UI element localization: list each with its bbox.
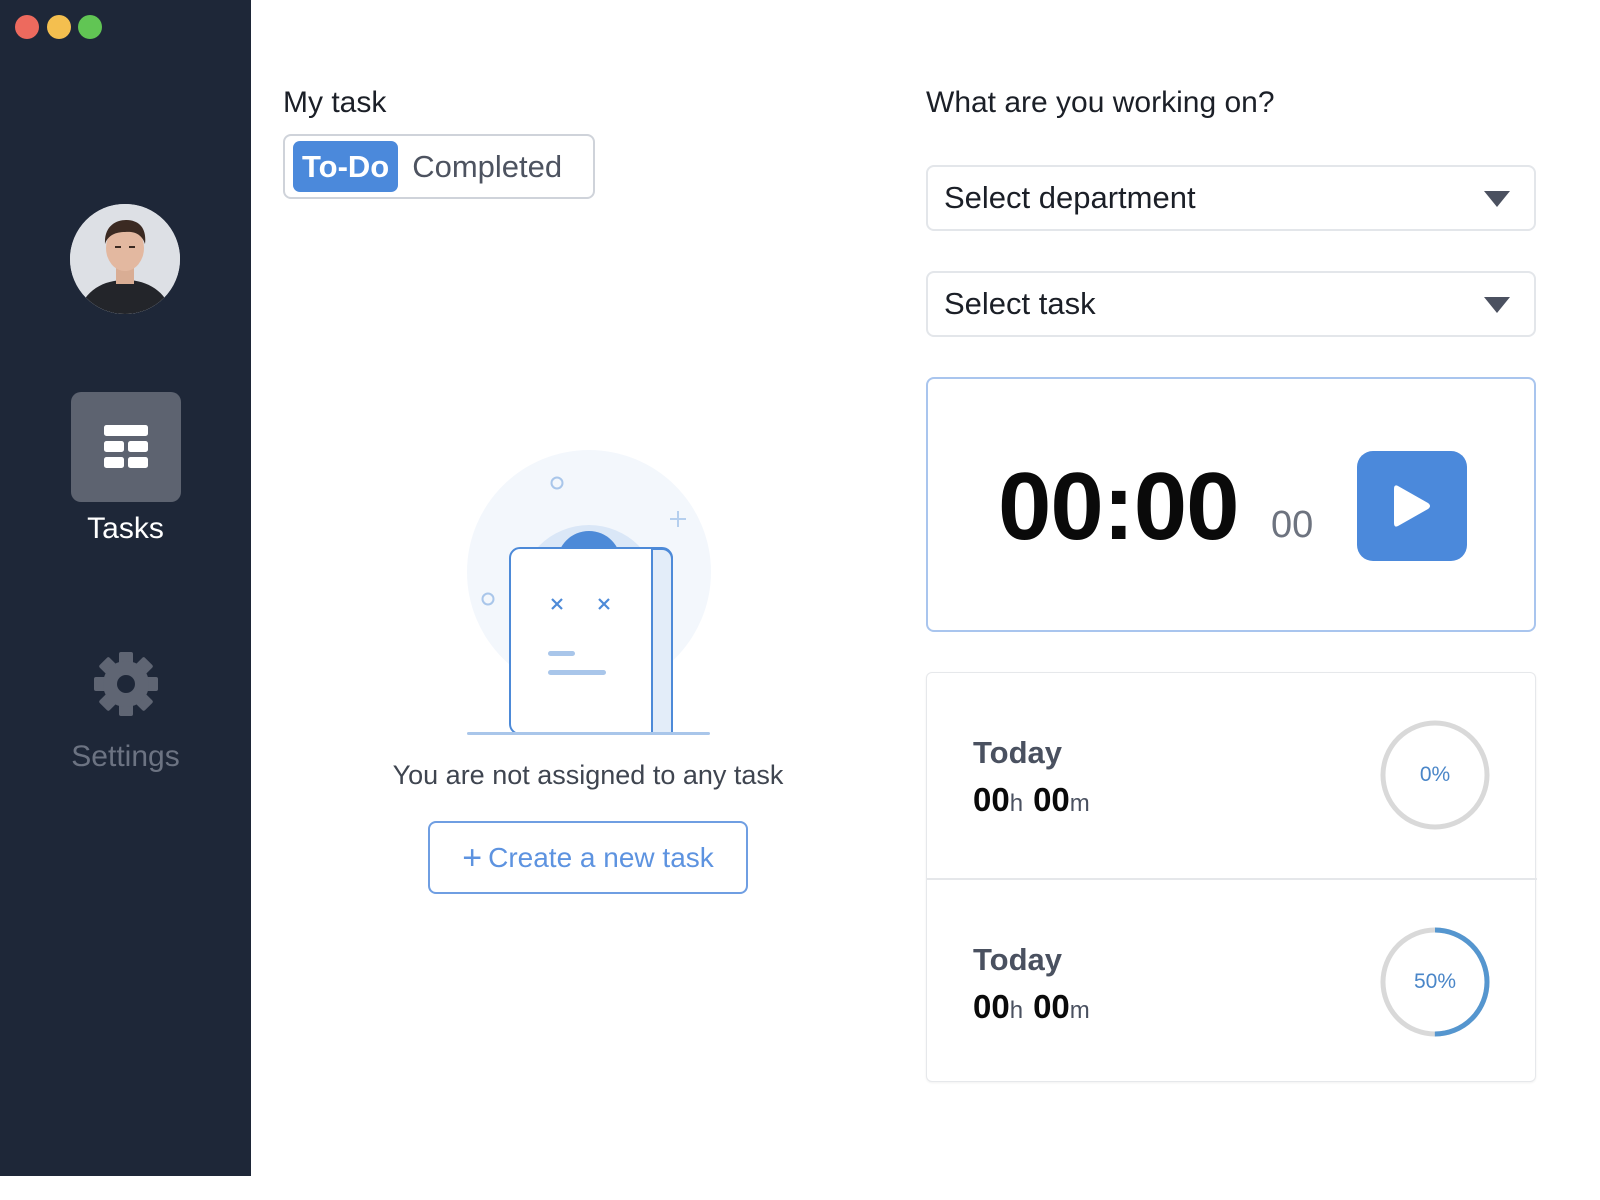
plus-icon: + — [462, 838, 483, 877]
sidebar-item-label: Tasks — [87, 512, 164, 545]
task-filter-segmented-control: To-Do Completed — [283, 134, 595, 199]
close-window-button[interactable] — [15, 15, 39, 39]
nav-tile-settings — [71, 648, 181, 720]
progress-percent: 0% — [1419, 763, 1451, 786]
working-on-title: What are you working on? — [926, 86, 1275, 119]
tab-todo[interactable]: To-Do — [293, 141, 399, 192]
stat-minutes: 00 — [1033, 988, 1070, 1025]
stat-label: Today — [973, 735, 1062, 770]
task-select-value: Select task — [944, 286, 1096, 321]
stat-time: 00h 00m — [973, 988, 1100, 1026]
stat-minutes-unit: m — [1069, 997, 1090, 1024]
department-select[interactable]: Select department — [926, 165, 1536, 231]
stat-row: Today 00h 00m 0% — [927, 673, 1537, 878]
stat-label: Today — [973, 942, 1062, 977]
my-task-title: My task — [283, 86, 387, 119]
sidebar-item-label: Settings — [71, 740, 180, 773]
minimize-window-button[interactable] — [47, 15, 71, 39]
empty-state-illustration — [467, 450, 711, 735]
gear-icon — [93, 652, 158, 716]
stat-time: 00h 00m — [973, 781, 1100, 819]
stat-hours-unit: h — [1009, 997, 1024, 1024]
stats-card: Today 00h 00m 0% Today 00h 00m 50% — [926, 672, 1537, 1083]
create-task-label: Create a new task — [488, 841, 714, 873]
nav-tile-tasks — [70, 392, 181, 502]
stat-hours-unit: h — [1009, 790, 1024, 817]
task-select[interactable]: Select task — [926, 271, 1536, 337]
tab-completed[interactable]: Completed — [412, 141, 562, 192]
stat-hours: 00 — [973, 988, 1010, 1025]
sidebar-item-settings[interactable]: Settings — [0, 648, 251, 774]
timer-card: 00:00 00 — [926, 377, 1536, 632]
sidebar-item-tasks[interactable]: Tasks — [0, 392, 251, 546]
caret-down-icon — [1484, 297, 1510, 313]
timer-seconds: 00 — [1271, 504, 1314, 546]
timer-display: 00:00 — [998, 453, 1240, 560]
stat-minutes-unit: m — [1069, 790, 1090, 817]
zoom-window-button[interactable] — [78, 15, 102, 39]
stat-minutes: 00 — [1033, 781, 1070, 818]
stat-row: Today 00h 00m 50% — [927, 878, 1537, 1083]
avatar[interactable] — [70, 204, 180, 314]
stat-hours: 00 — [973, 781, 1010, 818]
create-task-button[interactable]: + Create a new task — [428, 821, 748, 894]
play-icon — [1394, 485, 1430, 527]
caret-down-icon — [1484, 191, 1510, 207]
progress-percent: 50% — [1413, 970, 1457, 993]
table-icon — [103, 425, 148, 468]
start-timer-button[interactable] — [1357, 451, 1467, 561]
sidebar: Tasks Settings — [0, 0, 251, 1176]
department-select-value: Select department — [944, 180, 1196, 215]
empty-state-message: You are not assigned to any task — [392, 760, 784, 790]
